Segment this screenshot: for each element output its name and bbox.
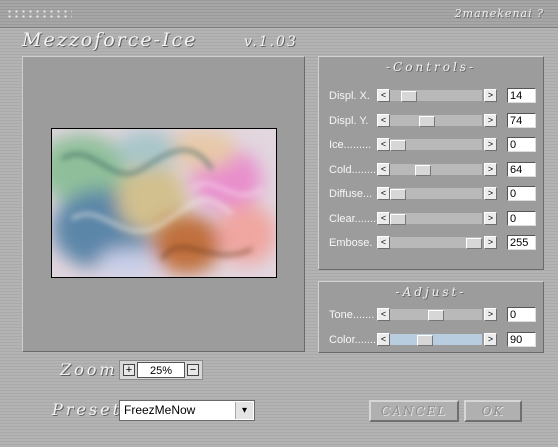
chevron-right-icon[interactable]: > [484, 113, 497, 127]
slider-label: Ice......... [329, 139, 372, 151]
slider-track[interactable] [390, 309, 482, 321]
slider-track[interactable] [390, 188, 482, 200]
chevron-right-icon[interactable]: > [484, 236, 497, 249]
adjust-panel: -Adjust- Tone....... < >0 Color....... < >90 [318, 281, 544, 353]
slider-controls-3[interactable]: < > [377, 162, 497, 176]
slider-thumb[interactable] [415, 164, 431, 176]
value-field[interactable]: 90 [507, 332, 536, 347]
value-field[interactable]: 0 [507, 307, 536, 322]
slider-thumb[interactable] [401, 91, 417, 102]
slider-thumb[interactable] [390, 140, 406, 151]
slider-controls-5[interactable]: < > [377, 211, 497, 225]
chevron-left-icon[interactable]: < [377, 162, 390, 176]
cancel-button[interactable]: CANCEL [369, 400, 459, 422]
slider-controls-2[interactable]: < > [377, 138, 497, 151]
slider-track[interactable] [390, 237, 482, 249]
zoom-label: Zoom [60, 360, 118, 379]
ok-button[interactable]: OK [464, 400, 522, 422]
slider-thumb[interactable] [466, 238, 482, 249]
value-field[interactable]: 0 [507, 186, 536, 201]
value-field[interactable]: 14 [507, 88, 536, 103]
value-field[interactable]: 74 [507, 112, 536, 128]
slider-controls-0[interactable]: < > [377, 89, 497, 102]
slider-adjust-0[interactable]: < > [377, 308, 497, 321]
zoom-in-button[interactable]: + [123, 364, 135, 376]
value-field[interactable]: 64 [507, 161, 536, 177]
slider-track[interactable] [390, 114, 482, 127]
zoom-value: 25% [137, 362, 185, 378]
slider-thumb[interactable] [417, 335, 433, 346]
controls-title: -Controls- [385, 60, 477, 74]
chevron-right-icon[interactable]: > [484, 308, 497, 321]
slider-controls-4[interactable]: < > [377, 187, 497, 200]
value-field[interactable]: 0 [507, 137, 536, 152]
chevron-left-icon[interactable]: < [377, 236, 390, 249]
slider-label: Displ. X. [329, 90, 370, 102]
drag-grip[interactable] [6, 9, 72, 19]
chevron-right-icon[interactable]: > [484, 333, 497, 346]
slider-label: Color....... [329, 334, 377, 346]
app-title: Mezzoforce-Ice [22, 29, 198, 51]
chevron-left-icon[interactable]: < [377, 308, 390, 321]
chevron-left-icon[interactable]: < [377, 89, 390, 102]
preset-label: Preset [52, 400, 122, 419]
slider-thumb[interactable] [390, 189, 406, 200]
slider-label: Tone....... [329, 309, 375, 321]
help-link[interactable]: 2manekenai ? [455, 7, 544, 20]
slider-track[interactable] [390, 163, 482, 176]
slider-label: Diffuse... [329, 188, 373, 200]
adjust-title: -Adjust- [395, 285, 467, 299]
chevron-left-icon[interactable]: < [377, 211, 390, 225]
chevron-left-icon[interactable]: < [377, 333, 390, 346]
chevron-right-icon[interactable]: > [484, 89, 497, 102]
slider-label: Clear....... [329, 212, 377, 225]
preview-image-art [52, 129, 276, 277]
chevron-left-icon[interactable]: < [377, 187, 390, 200]
slider-controls-6[interactable]: < > [377, 236, 497, 249]
chevron-left-icon[interactable]: < [377, 113, 390, 127]
slider-thumb[interactable] [419, 115, 435, 127]
controls-panel: -Controls- Displ. X. < >14 Displ. Y. < >74 Ice… [318, 56, 544, 270]
value-field[interactable]: 255 [507, 235, 536, 250]
preset-dropdown[interactable]: FreezMeNow ▾ [119, 400, 255, 421]
slider-track[interactable] [390, 334, 482, 346]
slider-track[interactable] [390, 212, 482, 225]
slider-thumb[interactable] [428, 310, 444, 321]
slider-thumb[interactable] [390, 213, 406, 225]
slider-label: Displ. Y. [329, 114, 369, 127]
title-bar[interactable]: 2manekenai ? [0, 0, 558, 28]
slider-track[interactable] [390, 90, 482, 102]
chevron-down-icon[interactable]: ▾ [235, 402, 253, 419]
slider-label: Cold........ [329, 163, 377, 176]
value-field[interactable]: 0 [507, 210, 536, 226]
preview-image[interactable] [51, 128, 277, 278]
chevron-left-icon[interactable]: < [377, 138, 390, 151]
preview-panel [22, 56, 305, 352]
slider-controls-1[interactable]: < > [377, 113, 497, 127]
zoom-out-button[interactable]: − [187, 364, 199, 376]
zoom-control: + 25% − [119, 360, 203, 380]
chevron-right-icon[interactable]: > [484, 187, 497, 200]
app-version: v.1.03 [244, 34, 298, 50]
chevron-right-icon[interactable]: > [484, 211, 497, 225]
slider-track[interactable] [390, 139, 482, 151]
chevron-right-icon[interactable]: > [484, 162, 497, 176]
chevron-right-icon[interactable]: > [484, 138, 497, 151]
slider-adjust-1[interactable]: < > [377, 333, 497, 346]
preset-value: FreezMeNow [124, 403, 196, 417]
slider-label: Embose. [329, 237, 373, 249]
